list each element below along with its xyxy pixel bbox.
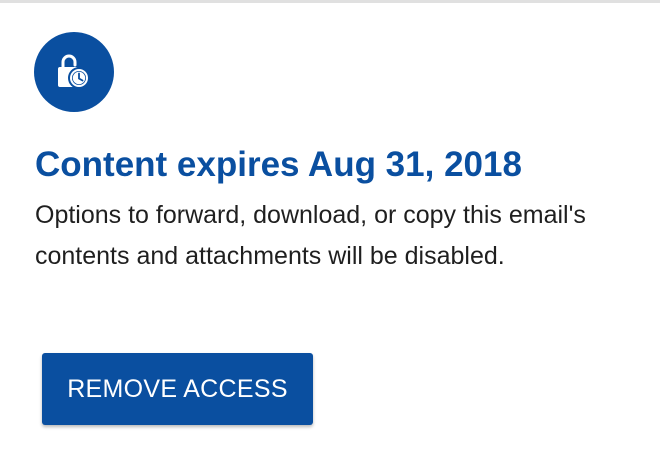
expiry-card: Content expires Aug 31, 2018 Options to … xyxy=(0,3,660,470)
expiry-title: Content expires Aug 31, 2018 xyxy=(35,145,522,184)
lock-clock-icon xyxy=(34,32,114,112)
expiry-description: Options to forward, download, or copy th… xyxy=(35,201,586,270)
remove-access-button[interactable]: REMOVE ACCESS xyxy=(42,353,313,425)
